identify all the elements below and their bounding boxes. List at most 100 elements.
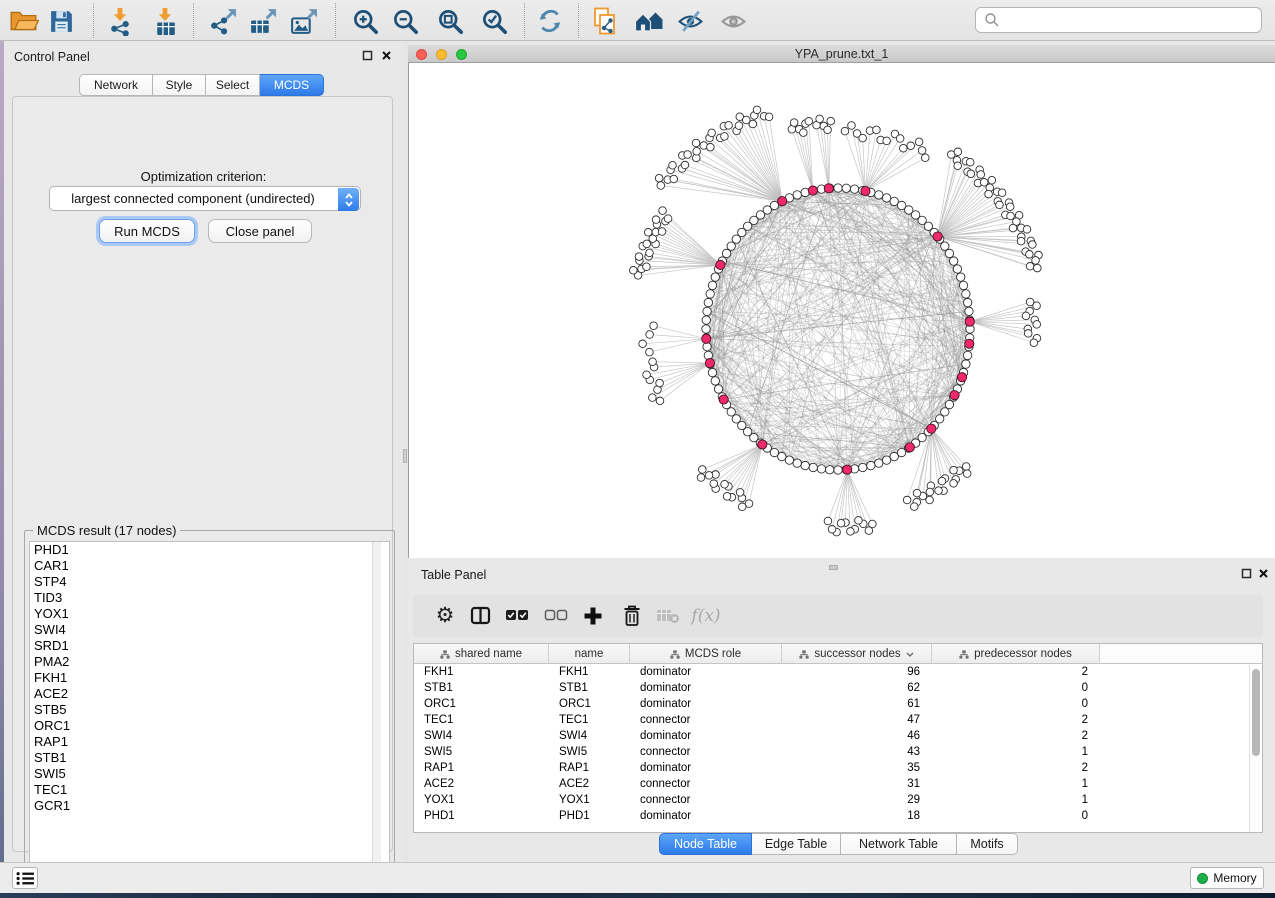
leaf-node[interactable] (805, 117, 813, 125)
leaf-node[interactable] (684, 151, 692, 159)
mcds-result-item[interactable]: TEC1 (30, 782, 389, 798)
network-node[interactable] (962, 290, 970, 298)
leaf-node[interactable] (865, 527, 873, 535)
close-panel-icon[interactable] (1256, 566, 1270, 580)
table-cell[interactable]: STB1 (414, 682, 549, 694)
mcds-node[interactable] (778, 197, 787, 206)
network-node[interactable] (965, 307, 973, 315)
leaf-node[interactable] (935, 487, 943, 495)
leaf-node[interactable] (698, 466, 706, 474)
leaf-node[interactable] (656, 397, 664, 405)
leaf-node[interactable] (749, 120, 757, 128)
table-cell[interactable]: TEC1 (414, 714, 549, 726)
close-panel-button[interactable]: Close panel (208, 219, 312, 243)
table-cell[interactable]: 47 (782, 714, 932, 726)
leaf-node[interactable] (985, 190, 993, 198)
leaf-node[interactable] (913, 489, 921, 497)
splitter-handle-icon[interactable] (403, 449, 407, 463)
leaf-node[interactable] (790, 119, 798, 127)
leaf-node[interactable] (1026, 263, 1034, 271)
table-cell[interactable]: SWI4 (414, 730, 549, 742)
leaf-node[interactable] (1032, 257, 1040, 265)
table-cell[interactable]: RAP1 (549, 762, 630, 774)
leaf-node[interactable] (629, 267, 637, 275)
network-node[interactable] (708, 368, 716, 376)
leaf-node[interactable] (693, 147, 701, 155)
leaf-node[interactable] (705, 472, 713, 480)
table-cell[interactable]: 2 (932, 714, 1100, 726)
table-cell[interactable]: dominator (630, 762, 782, 774)
table-cell[interactable]: connector (630, 778, 782, 790)
network-view[interactable] (408, 63, 1275, 558)
run-mcds-button[interactable]: Run MCDS (99, 219, 195, 243)
mcds-result-item[interactable]: SRD1 (30, 638, 389, 654)
table-row[interactable]: TEC1TEC1connector472 (414, 712, 1262, 728)
network-canvas[interactable] (409, 63, 1275, 558)
leaf-node[interactable] (697, 474, 705, 482)
table-cell[interactable]: 0 (932, 682, 1100, 694)
mcds-result-item[interactable]: GCR1 (30, 798, 389, 814)
leaf-node[interactable] (855, 517, 863, 525)
leaf-node[interactable] (670, 175, 678, 183)
leaf-node[interactable] (915, 138, 923, 146)
column-header[interactable]: shared name (414, 644, 549, 664)
table-cell[interactable]: PHD1 (414, 810, 549, 822)
network-node[interactable] (867, 461, 875, 469)
leaf-node[interactable] (950, 480, 958, 488)
table-row[interactable]: SWI5SWI5connector431 (414, 744, 1262, 760)
leaf-node[interactable] (837, 519, 845, 527)
leaf-node[interactable] (736, 489, 744, 497)
table-cell[interactable]: 2 (932, 666, 1100, 678)
home-icon[interactable] (632, 6, 666, 36)
leaf-node[interactable] (1006, 203, 1014, 211)
leaf-node[interactable] (649, 358, 657, 366)
leaf-node[interactable] (681, 161, 689, 169)
network-node[interactable] (945, 249, 953, 257)
float-panel-icon[interactable] (1239, 566, 1253, 580)
leaf-node[interactable] (753, 106, 761, 114)
table-row[interactable]: YOX1YOX1connector291 (414, 792, 1262, 808)
import-table-icon[interactable] (148, 6, 182, 36)
leaf-node[interactable] (966, 158, 974, 166)
mcds-result-item[interactable]: RAP1 (30, 734, 389, 750)
search-input[interactable] (1005, 10, 1261, 30)
leaf-node[interactable] (659, 207, 667, 215)
leaf-node[interactable] (828, 525, 836, 533)
mcds-node[interactable] (965, 339, 974, 348)
leaf-node[interactable] (950, 466, 958, 474)
export-table-icon[interactable] (245, 6, 279, 36)
mcds-node[interactable] (957, 373, 966, 382)
network-node[interactable] (834, 184, 842, 192)
network-node[interactable] (809, 463, 817, 471)
mcds-node[interactable] (905, 443, 914, 452)
leaf-node[interactable] (721, 133, 729, 141)
table-cell[interactable]: 31 (782, 778, 932, 790)
leaf-node[interactable] (907, 142, 915, 150)
table-cell[interactable]: ACE2 (549, 778, 630, 790)
table-cell[interactable]: 29 (782, 794, 932, 806)
network-node[interactable] (727, 408, 735, 416)
table-cell[interactable]: connector (630, 714, 782, 726)
leaf-node[interactable] (824, 126, 832, 134)
leaf-node[interactable] (1029, 241, 1037, 249)
table-cell[interactable]: YOX1 (414, 794, 549, 806)
leaf-node[interactable] (649, 394, 657, 402)
network-node[interactable] (957, 273, 965, 281)
leaf-node[interactable] (824, 517, 832, 525)
leaf-node[interactable] (656, 379, 664, 387)
mcds-node[interactable] (843, 465, 852, 474)
mcds-result-item[interactable]: STB1 (30, 750, 389, 766)
leaf-node[interactable] (1030, 339, 1038, 347)
search-box[interactable] (975, 7, 1262, 33)
leaf-node[interactable] (725, 122, 733, 130)
table-cell[interactable]: SWI5 (549, 746, 630, 758)
leaf-node[interactable] (827, 117, 835, 125)
network-node[interactable] (702, 325, 710, 333)
show-columns-icon[interactable] (466, 602, 496, 630)
network-titlebar[interactable]: YPA_prune.txt_1 (408, 45, 1275, 63)
network-node[interactable] (702, 316, 710, 324)
table-cell[interactable]: 1 (932, 794, 1100, 806)
network-node[interactable] (882, 456, 890, 464)
mcds-result-item[interactable]: PHD1 (30, 542, 389, 558)
memory-button[interactable]: Memory (1190, 867, 1264, 889)
